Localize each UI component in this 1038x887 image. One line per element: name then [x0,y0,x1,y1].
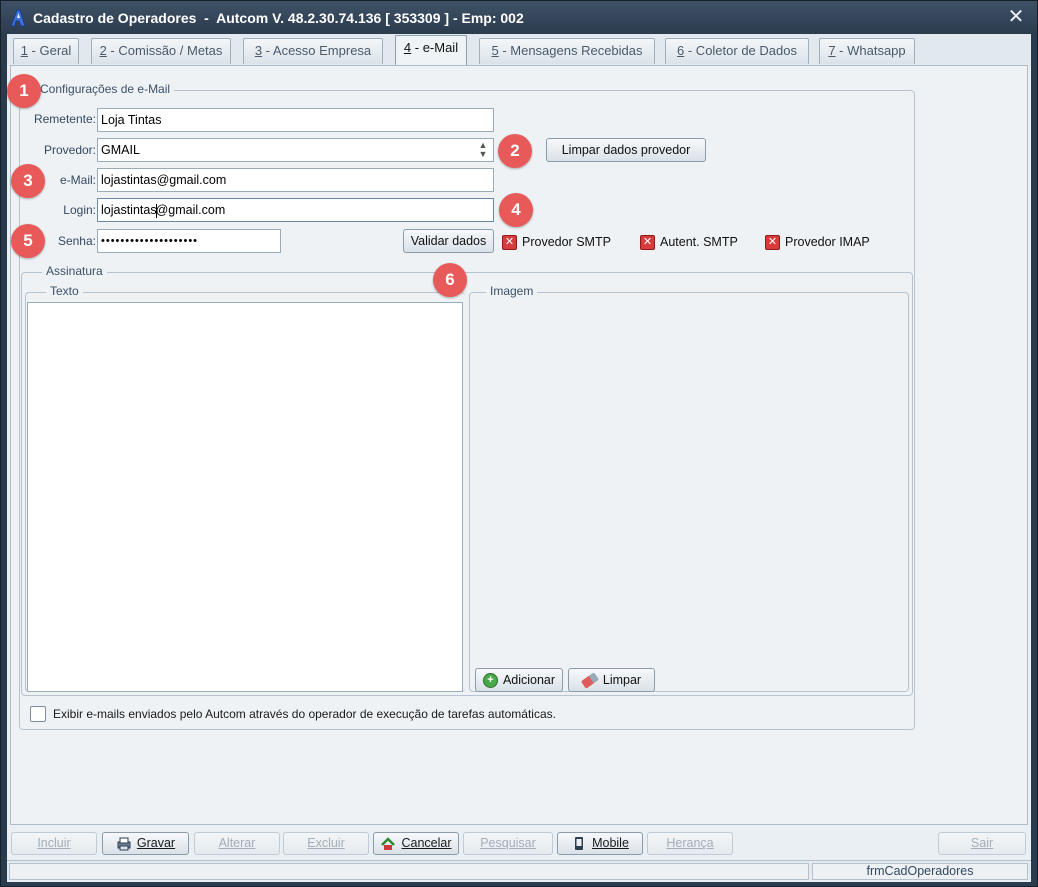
login-field[interactable]: lojastintas@gmail.com [97,198,494,222]
signature-legend: Assinatura [42,264,107,278]
tab-mensagens-recebidas[interactable]: 5 - Mensagens Recebidas [479,38,655,64]
save-printer-icon [117,837,131,851]
annotation-badge-1: 1 [7,74,41,108]
exibir-emails-label: Exibir e-mails enviados pelo Autcom atra… [53,707,556,721]
client-area: 1 - Geral 2 - Comissão / Metas 3 - Acess… [7,34,1031,882]
mobile-phone-icon [575,837,584,851]
heranca-button[interactable]: Herança [647,832,733,855]
texto-legend: Texto [46,284,83,298]
bottom-toolbar: Incluir Gravar Alterar Excluir Cancelar … [7,830,1031,858]
remetente-label: Remetente: [33,112,96,126]
annotation-badge-2: 2 [498,134,532,168]
status-bar: frmCadOperadores [7,860,1031,880]
excluir-button[interactable]: Excluir [283,832,369,855]
alterar-button[interactable]: Alterar [194,832,280,855]
provedor-select[interactable]: GMAIL ▲ ▼ [97,138,494,162]
title-bar[interactable]: Cadastro de Operadores - Autcom V. 48.2.… [1,1,1037,34]
gravar-button[interactable]: Gravar [102,832,189,855]
close-icon[interactable]: ✕ [1005,5,1027,29]
email-tab-panel: Configurações de e-Mail Remetente: Loja … [7,65,1028,825]
incluir-button[interactable]: Incluir [11,832,97,855]
cancel-icon [381,837,396,851]
status-provedor-imap-label: Provedor IMAP [785,235,870,249]
limpar-label: Limpar [602,673,642,687]
main-window: Cadastro de Operadores - Autcom V. 48.2.… [0,0,1038,887]
tab-comissao-metas[interactable]: 2 - Comissão / Metas [91,38,231,64]
status-provedor-smtp-label: Provedor SMTP [522,235,611,249]
annotation-badge-5: 5 [11,224,45,258]
adicionar-label: Adicionar [502,673,556,687]
add-icon: + [482,673,498,689]
limpar-button[interactable]: Limpar [568,668,655,692]
tab-geral[interactable]: 1 - Geral [13,38,79,64]
error-x-icon: ✕ [640,235,655,251]
annotation-badge-3: 3 [11,164,45,198]
validar-dados-button[interactable]: Validar dados [403,229,494,253]
adicionar-button[interactable]: + Adicionar [475,668,563,692]
imagem-legend: Imagem [486,284,538,298]
sair-button[interactable]: Sair [938,832,1026,855]
error-x-icon: ✕ [765,235,780,251]
status-provedor-imap: ✕ Provedor IMAP [765,232,870,252]
spinner-arrows-icon[interactable]: ▲ ▼ [474,140,492,160]
login-label: Login: [63,203,96,217]
login-value-suffix: @gmail.com [155,203,226,217]
mobile-button[interactable]: Mobile [557,832,643,855]
tab-whatsapp[interactable]: 7 - Whatsapp [819,38,915,64]
signature-text-area[interactable] [27,302,463,692]
status-bar-message [9,863,809,880]
status-provedor-smtp: ✕ Provedor SMTP [502,232,611,252]
tab-coletor-dados[interactable]: 6 - Coletor de Dados [665,38,809,64]
eraser-icon [580,672,600,689]
cancelar-button[interactable]: Cancelar [373,832,459,855]
tab-acesso-empresa[interactable]: 3 - Acesso Empresa [243,38,383,64]
provedor-value: GMAIL [101,143,140,157]
email-field[interactable]: lojastintas@gmail.com [97,168,494,192]
annotation-badge-4: 4 [499,193,533,227]
status-autent-smtp-label: Autent. SMTP [660,235,738,249]
tab-bar: 1 - Geral 2 - Comissão / Metas 3 - Acess… [7,34,1031,66]
pesquisar-button[interactable]: Pesquisar [463,832,553,855]
senha-field[interactable]: •••••••••••••••••••• [97,229,281,253]
login-value-prefix: lojastintas [101,203,157,217]
remetente-field[interactable]: Loja Tintas [97,108,494,132]
email-config-legend: Configurações de e-Mail [36,82,175,96]
error-x-icon: ✕ [502,235,517,251]
window-title: Cadastro de Operadores - Autcom V. 48.2.… [33,10,524,26]
imagem-group: Imagem [469,284,909,692]
exibir-emails-checkbox[interactable] [30,706,46,722]
tab-email[interactable]: 4 - e-Mail [395,35,467,66]
limpar-provedor-button[interactable]: Limpar dados provedor [546,138,706,162]
annotation-badge-6: 6 [433,263,467,297]
status-autent-smtp: ✕ Autent. SMTP [640,232,738,252]
app-logo-icon [10,9,26,27]
provedor-label: Provedor: [43,143,96,157]
form-name-label: frmCadOperadores [812,863,1028,880]
